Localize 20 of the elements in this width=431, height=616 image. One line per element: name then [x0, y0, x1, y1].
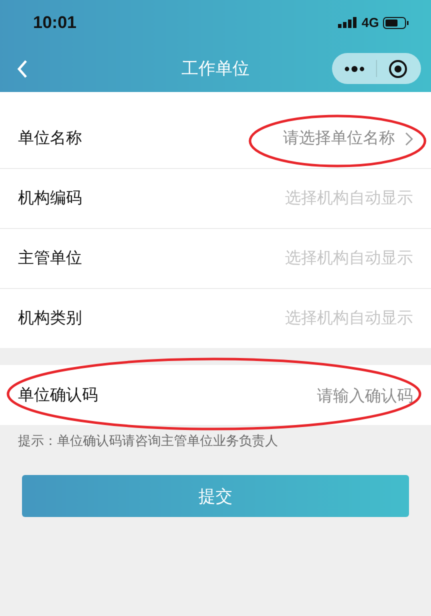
input-field[interactable]: 请输入确认码	[213, 386, 413, 405]
page-title: 工作单位	[182, 59, 250, 79]
back-icon[interactable]	[16, 58, 28, 78]
field-label: 机构编码	[18, 188, 82, 209]
field-label: 单位名称	[18, 128, 82, 149]
chevron-icon	[405, 132, 413, 146]
more-icon	[344, 66, 364, 72]
field-label: 机构类别	[18, 308, 82, 329]
target-icon	[388, 58, 408, 78]
battery-icon	[383, 16, 409, 28]
status-time: 10:01	[33, 12, 76, 32]
auto-fill-text: 选择机构自动显示	[285, 188, 413, 209]
field-label: 主管单位	[18, 248, 82, 269]
signal-icon	[338, 17, 358, 28]
hint-text: 提示：单位确认码请咨询主管单位业务负责人	[18, 434, 278, 449]
submit-button[interactable]: 提交	[22, 475, 409, 517]
auto-fill-text: 选择机构自动显示	[285, 308, 413, 329]
field-label: 单位确认码	[18, 385, 98, 406]
network-label: 4G	[362, 15, 379, 30]
auto-fill-text: 选择机构自动显示	[285, 248, 413, 269]
